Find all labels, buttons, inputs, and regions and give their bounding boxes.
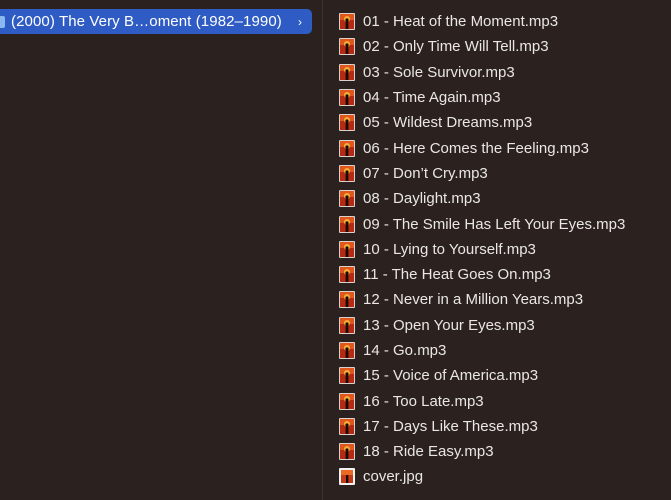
file-row[interactable]: 01 - Heat of the Moment.mp3 — [323, 9, 671, 34]
album-art-icon — [339, 266, 355, 284]
file-name: 02 - Only Time Will Tell.mp3 — [363, 38, 549, 56]
file-row[interactable]: 16 - Too Late.mp3 — [323, 388, 671, 413]
file-name: 12 - Never in a Million Years.mp3 — [363, 291, 584, 309]
file-name: 09 - The Smile Has Left Your Eyes.mp3 — [363, 215, 626, 233]
album-art-icon — [339, 38, 355, 56]
album-art-icon — [339, 139, 355, 157]
file-name: 18 - Ride Easy.mp3 — [363, 443, 494, 461]
file-name: 01 - Heat of the Moment.mp3 — [363, 13, 559, 31]
folder-label: (2000) The Very B…oment (1982–1990) — [11, 13, 282, 30]
file-name: 04 - Time Again.mp3 — [363, 89, 501, 107]
album-art-icon — [339, 240, 355, 258]
file-name: 05 - Wildest Dreams.mp3 — [363, 114, 533, 132]
file-row[interactable]: cover.jpg — [323, 464, 671, 489]
album-art-icon — [339, 63, 355, 81]
album-art-icon — [339, 13, 355, 31]
album-art-icon — [339, 114, 355, 132]
album-art-icon — [339, 89, 355, 107]
file-name: 16 - Too Late.mp3 — [363, 392, 484, 410]
file-row[interactable]: 03 - Sole Survivor.mp3 — [323, 60, 671, 85]
file-row[interactable]: 09 - The Smile Has Left Your Eyes.mp3 — [323, 211, 671, 236]
file-row[interactable]: 17 - Days Like These.mp3 — [323, 414, 671, 439]
file-name: 14 - Go.mp3 — [363, 342, 447, 359]
album-art-icon — [339, 443, 355, 461]
file-name: 15 - Voice of America.mp3 — [363, 367, 539, 385]
album-art-icon — [339, 417, 355, 435]
file-name: 03 - Sole Survivor.mp3 — [363, 63, 515, 81]
file-name: 10 - Lying to Yourself.mp3 — [363, 240, 536, 258]
files-column: 01 - Heat of the Moment.mp3 02 - Only Tim… — [323, 0, 671, 500]
file-name: cover.jpg — [363, 468, 424, 486]
file-row[interactable]: 06 - Here Comes the Feeling.mp3 — [323, 135, 671, 160]
file-row[interactable]: 13 - Open Your Eyes.mp3 — [323, 313, 671, 338]
file-row[interactable]: 11 - The Heat Goes On.mp3 — [323, 262, 671, 287]
image-thumbnail-icon — [339, 468, 355, 486]
file-row[interactable]: 02 - Only Time Will Tell.mp3 — [323, 34, 671, 59]
file-row[interactable]: 05 - Wildest Dreams.mp3 — [323, 110, 671, 135]
file-row[interactable]: 04 - Time Again.mp3 — [323, 85, 671, 110]
file-row[interactable]: 18 - Ride Easy.mp3 — [323, 439, 671, 464]
album-art-icon — [339, 316, 355, 334]
file-name: 06 - Here Comes the Feeling.mp3 — [363, 139, 589, 157]
album-art-icon — [339, 342, 355, 359]
file-name: 13 - Open Your Eyes.mp3 — [363, 316, 535, 334]
file-row[interactable]: 10 - Lying to Yourself.mp3 — [323, 237, 671, 262]
file-row[interactable]: 15 - Voice of America.mp3 — [323, 363, 671, 388]
file-row[interactable]: 14 - Go.mp3 — [323, 338, 671, 363]
album-art-icon — [339, 392, 355, 410]
file-name: 11 - The Heat Goes On.mp3 — [363, 266, 551, 284]
album-art-icon — [339, 367, 355, 385]
chevron-right-icon: › — [298, 14, 302, 29]
album-art-icon — [339, 215, 355, 233]
file-row[interactable]: 07 - Don’t Cry.mp3 — [323, 161, 671, 186]
file-list: 01 - Heat of the Moment.mp3 02 - Only Tim… — [323, 9, 671, 490]
album-art-icon — [339, 164, 355, 182]
file-name: 08 - Daylight.mp3 — [363, 190, 481, 208]
folder-icon — [0, 15, 5, 28]
selected-folder-row[interactable]: (2000) The Very B…oment (1982–1990) › — [0, 9, 312, 34]
file-row[interactable]: 12 - Never in a Million Years.mp3 — [323, 287, 671, 312]
album-art-icon — [339, 291, 355, 309]
file-row[interactable]: 08 - Daylight.mp3 — [323, 186, 671, 211]
album-art-icon — [339, 190, 355, 208]
file-name: 07 - Don’t Cry.mp3 — [363, 164, 488, 182]
finder-column-view: (2000) The Very B…oment (1982–1990) › 01… — [0, 0, 671, 500]
file-name: 17 - Days Like These.mp3 — [363, 417, 538, 435]
parent-column: (2000) The Very B…oment (1982–1990) › — [0, 0, 322, 500]
